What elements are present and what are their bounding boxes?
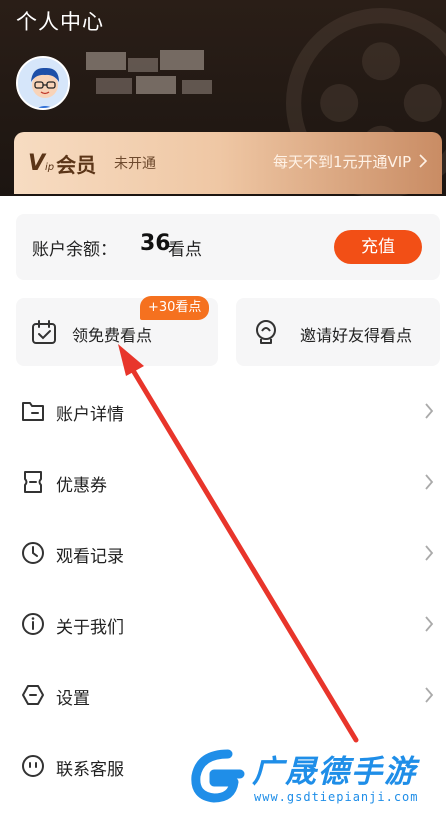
menu-item-coupons[interactable]: 优惠券 <box>0 447 446 518</box>
info-icon <box>22 613 44 635</box>
chevron-right-icon <box>419 154 428 168</box>
folder-icon <box>22 402 44 421</box>
main-content: 账户余额： 36 看点 充值 领免费看点 +30看点 邀请好友得看点 账户详情 <box>0 196 446 818</box>
invite-friends-task[interactable]: 邀请好友得看点 <box>236 298 440 366</box>
menu-item-label: 账户详情 <box>56 405 124 425</box>
vip-logo: V ip 会员 <box>28 149 96 177</box>
chevron-right-icon <box>425 687 434 703</box>
coupon-icon <box>24 471 42 493</box>
balance-unit: 看点 <box>168 240 202 260</box>
menu-item-label: 联系客服 <box>56 760 124 780</box>
menu-item-label: 设置 <box>56 689 90 709</box>
menu-item-label: 观看记录 <box>56 547 124 567</box>
vip-promo-label: 每天不到1元开通VIP <box>272 153 412 171</box>
vip-promo-link[interactable]: 每天不到1元开通VIP <box>273 151 428 172</box>
vip-status: 未开通 <box>114 156 156 172</box>
recharge-button[interactable]: 充值 <box>334 230 422 264</box>
avatar[interactable] <box>16 56 70 110</box>
settings-hexagon-icon <box>22 685 44 705</box>
avatar-icon <box>18 58 68 108</box>
chevron-right-icon <box>425 616 434 632</box>
points-badge: +30看点 <box>140 296 210 320</box>
clock-icon <box>22 542 44 564</box>
menu-item-label: 关于我们 <box>56 618 124 638</box>
chevron-right-icon <box>425 545 434 561</box>
page-title: 个人中心 <box>16 10 104 34</box>
username-blurred <box>86 48 218 104</box>
menu-item-settings[interactable]: 设置 <box>0 660 446 731</box>
menu-item-label: 优惠券 <box>56 476 107 496</box>
free-points-task[interactable]: 领免费看点 +30看点 <box>16 296 218 366</box>
chevron-right-icon <box>425 474 434 490</box>
profile-header: 个人中心 V ip 会员 未开通 每天不到1元开通VIP <box>0 0 446 196</box>
vip-logo-v: V <box>28 150 46 176</box>
free-points-label: 领免费看点 <box>72 326 153 345</box>
invite-friends-label: 邀请好友得看点 <box>300 326 413 345</box>
site-watermark: 广晟德手游 www.gsdtiepianji.com <box>180 738 446 818</box>
vip-logo-ip: ip <box>45 161 55 173</box>
vip-banner[interactable]: V ip 会员 未开通 每天不到1元开通VIP <box>14 132 442 194</box>
invite-gift-icon <box>256 320 276 344</box>
watermark-logo-icon <box>186 746 245 804</box>
balance-label: 账户余额： <box>32 240 117 260</box>
menu-item-about-us[interactable]: 关于我们 <box>0 589 446 660</box>
calendar-check-icon <box>32 320 56 344</box>
menu-item-watch-history[interactable]: 观看记录 <box>0 518 446 589</box>
vip-logo-text: 会员 <box>56 152 97 177</box>
chevron-right-icon <box>425 403 434 419</box>
customer-service-icon <box>22 755 44 777</box>
menu-item-account-details[interactable]: 账户详情 <box>0 376 446 447</box>
watermark-title: 广晟德手游 <box>252 754 417 790</box>
balance-card: 账户余额： 36 看点 充值 <box>16 214 440 280</box>
balance-value: 36 <box>140 231 171 256</box>
watermark-url: www.gsdtiepianji.com <box>254 790 419 804</box>
